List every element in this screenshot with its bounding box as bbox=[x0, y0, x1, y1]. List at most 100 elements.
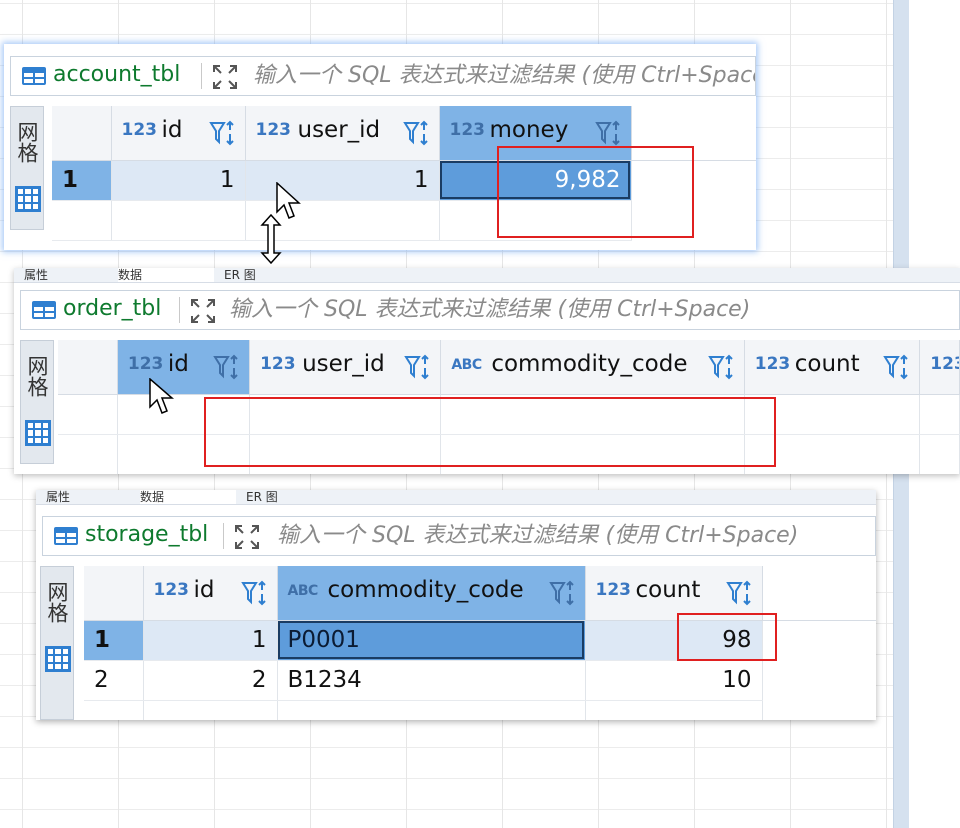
filter-sort-icon[interactable] bbox=[402, 118, 433, 148]
grid-tab-label: 网格 bbox=[45, 581, 69, 623]
grid-icon bbox=[25, 420, 51, 446]
filter-sort-icon[interactable] bbox=[725, 578, 756, 608]
column-header-user-id[interactable]: 123 user_id bbox=[245, 106, 440, 161]
grid-tab-label: 网格 bbox=[15, 121, 39, 163]
column-header-count[interactable]: 123 count bbox=[744, 340, 921, 395]
int-type-icon: 123 bbox=[255, 120, 292, 140]
row-number bbox=[58, 434, 118, 474]
table-name: order_tbl bbox=[63, 296, 162, 321]
filter-sort-icon[interactable] bbox=[208, 118, 239, 148]
string-type-icon: ABC bbox=[287, 583, 319, 599]
empty-cell bbox=[762, 660, 876, 700]
highlight-box bbox=[497, 146, 694, 238]
int-type-icon: 123 bbox=[127, 354, 164, 374]
expand-icon[interactable] bbox=[189, 297, 217, 325]
filter-sort-icon[interactable] bbox=[594, 118, 625, 148]
tab-properties[interactable]: 属性 bbox=[46, 490, 138, 504]
filter-input[interactable] bbox=[229, 295, 929, 323]
filter-sort-icon[interactable] bbox=[548, 578, 579, 608]
grid-side-tab[interactable]: 网格 bbox=[20, 340, 54, 464]
filter-sort-icon[interactable] bbox=[883, 352, 913, 382]
editor-tabs: 属性 数据 ER 图 bbox=[36, 490, 876, 505]
filter-bar: account_tbl bbox=[10, 56, 756, 96]
cell[interactable]: 1 bbox=[111, 160, 246, 201]
tab-data[interactable]: 数据 bbox=[118, 268, 214, 282]
cell bbox=[919, 394, 960, 435]
tab-er[interactable]: ER 图 bbox=[224, 268, 324, 282]
separator bbox=[223, 523, 224, 549]
string-type-icon: ABC bbox=[451, 357, 482, 373]
table-icon bbox=[22, 67, 46, 85]
table-row[interactable]: 2 2 B1234 10 bbox=[84, 660, 876, 701]
separator bbox=[179, 297, 180, 323]
int-type-icon: 123 bbox=[121, 120, 158, 140]
tab-data[interactable]: 数据 bbox=[140, 490, 236, 504]
mouse-pointer-icon bbox=[149, 378, 175, 414]
storage-panel: 属性 数据 ER 图 storage_tbl 网格 bbox=[36, 490, 876, 720]
int-type-icon: 123 bbox=[449, 120, 486, 140]
cell bbox=[143, 700, 278, 720]
grid-corner bbox=[84, 566, 144, 621]
column-header-id[interactable]: 123 id bbox=[117, 340, 251, 395]
table-icon bbox=[32, 301, 56, 319]
selected-cell[interactable]: P0001 bbox=[277, 620, 586, 661]
cell bbox=[919, 434, 960, 474]
int-type-icon: 123 bbox=[595, 580, 632, 600]
empty-cell bbox=[762, 620, 876, 660]
row-number bbox=[58, 394, 118, 435]
column-header-user-id[interactable]: 123 user_id bbox=[249, 340, 442, 395]
cell[interactable]: 10 bbox=[585, 660, 763, 701]
row-number bbox=[84, 700, 144, 720]
tab-er[interactable]: ER 图 bbox=[246, 490, 346, 504]
int-type-icon: 123 bbox=[153, 580, 190, 600]
filter-bar: order_tbl bbox=[20, 290, 960, 330]
filter-sort-icon[interactable] bbox=[404, 352, 434, 382]
cell bbox=[585, 700, 763, 720]
filter-sort-icon[interactable] bbox=[213, 352, 243, 382]
grid-icon bbox=[15, 186, 41, 212]
grid-corner bbox=[52, 106, 112, 161]
row-number[interactable]: 1 bbox=[52, 160, 112, 201]
column-header-commodity-code[interactable]: ABC commodity_code bbox=[277, 566, 586, 621]
table-icon bbox=[54, 527, 78, 545]
column-header-commodity-code[interactable]: ABC commodity_code bbox=[440, 340, 745, 395]
int-type-icon: 123 bbox=[754, 354, 791, 374]
int-type-icon: 123 bbox=[930, 354, 958, 374]
tab-properties[interactable]: 属性 bbox=[24, 268, 116, 282]
cell[interactable]: 1 bbox=[245, 160, 440, 201]
cell[interactable]: 1 bbox=[143, 620, 278, 661]
int-type-icon: 123 bbox=[260, 354, 296, 374]
filter-input[interactable] bbox=[277, 521, 875, 549]
column-header-count[interactable]: 123 count bbox=[585, 566, 763, 621]
table-name: storage_tbl bbox=[85, 522, 209, 547]
grid-side-tab[interactable]: 网格 bbox=[40, 566, 74, 720]
column-header-id[interactable]: 123 id bbox=[111, 106, 246, 161]
editor-tabs: 属性 数据 ER 图 bbox=[14, 268, 960, 283]
filter-sort-icon[interactable] bbox=[240, 578, 271, 608]
highlight-box bbox=[204, 397, 776, 467]
cell bbox=[277, 700, 586, 720]
resize-cursor-icon bbox=[260, 214, 282, 264]
empty-header bbox=[762, 566, 876, 621]
cell[interactable]: 2 bbox=[143, 660, 278, 701]
expand-icon[interactable] bbox=[233, 523, 261, 551]
table-name: account_tbl bbox=[53, 62, 181, 87]
cell bbox=[111, 200, 246, 241]
column-header-id[interactable]: 123 id bbox=[143, 566, 278, 621]
highlight-box bbox=[677, 613, 777, 661]
column-header-partial[interactable]: 123 bbox=[919, 340, 960, 395]
cell bbox=[762, 700, 876, 720]
row-number[interactable]: 2 bbox=[84, 660, 144, 701]
filter-sort-icon[interactable] bbox=[707, 352, 738, 382]
row-number[interactable]: 1 bbox=[84, 620, 144, 661]
grid-side-tab[interactable]: 网格 bbox=[10, 106, 44, 230]
expand-icon[interactable] bbox=[211, 63, 239, 91]
filter-bar: storage_tbl bbox=[42, 516, 876, 556]
row-number bbox=[52, 200, 112, 241]
grid-icon bbox=[45, 646, 71, 672]
grid-tab-label: 网格 bbox=[25, 355, 49, 397]
cell[interactable]: B1234 bbox=[277, 660, 586, 701]
grid-corner bbox=[58, 340, 118, 395]
filter-input[interactable] bbox=[253, 61, 755, 89]
table-row bbox=[84, 700, 876, 720]
